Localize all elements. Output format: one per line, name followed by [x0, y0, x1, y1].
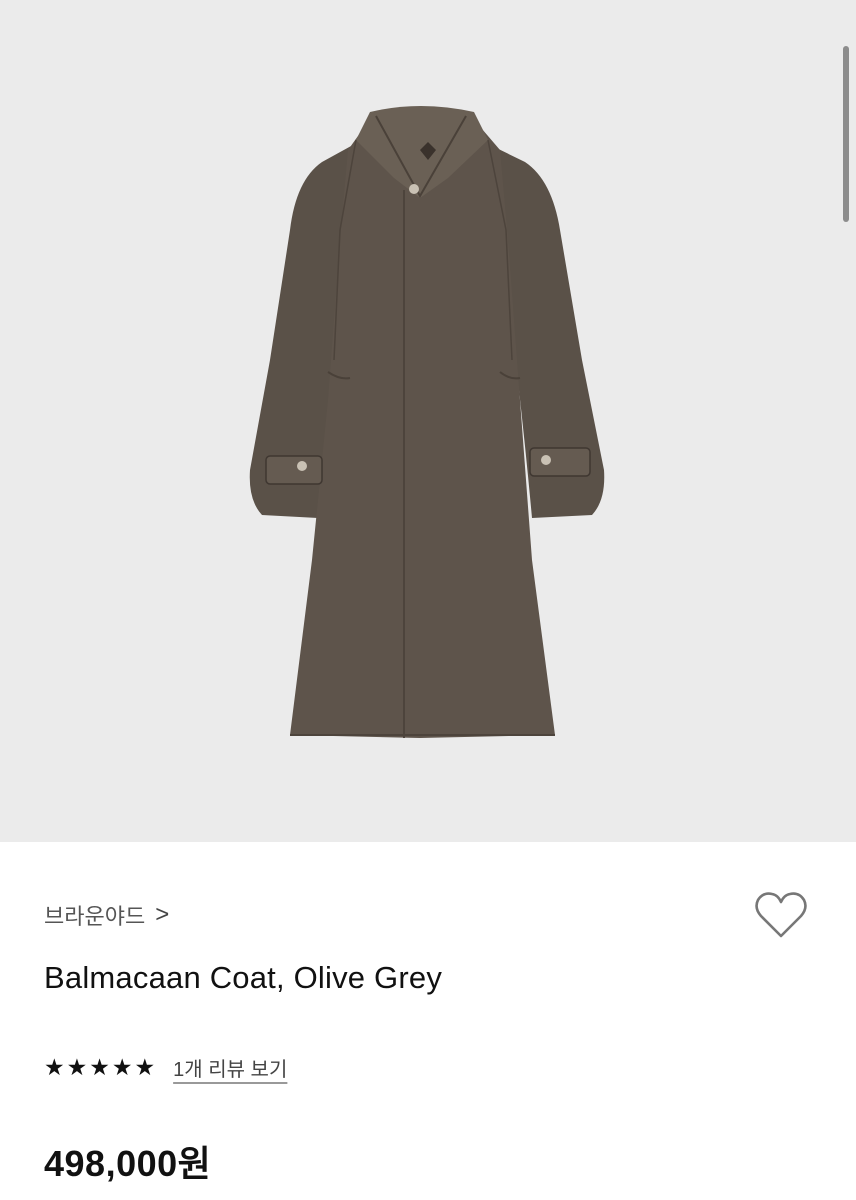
product-image[interactable]	[0, 0, 856, 842]
star-icon: ★	[66, 1053, 88, 1080]
star-icon: ★	[134, 1053, 156, 1080]
rating-stars: ★ ★ ★ ★ ★	[44, 1053, 156, 1080]
scrollbar[interactable]	[843, 46, 849, 222]
product-info: 브라운야드 > Balmacaan Coat, Olive Grey ★ ★ ★…	[0, 842, 856, 1200]
product-title: Balmacaan Coat, Olive Grey	[44, 960, 443, 995]
chevron-right-icon: >	[155, 901, 170, 928]
star-icon: ★	[111, 1053, 133, 1080]
star-icon: ★	[44, 1053, 65, 1080]
brand-link[interactable]: 브라운야드 >	[44, 900, 169, 930]
wishlist-heart-icon[interactable]	[752, 888, 810, 942]
brand-name: 브라운야드	[44, 904, 146, 929]
star-icon: ★	[89, 1053, 110, 1080]
rating-row: ★ ★ ★ ★ ★ 1개 리뷰 보기	[44, 1052, 287, 1082]
coat-illustration	[249, 106, 605, 738]
product-price: 498,000원	[44, 1143, 212, 1184]
review-link[interactable]: 1개 리뷰 보기	[173, 1053, 287, 1082]
